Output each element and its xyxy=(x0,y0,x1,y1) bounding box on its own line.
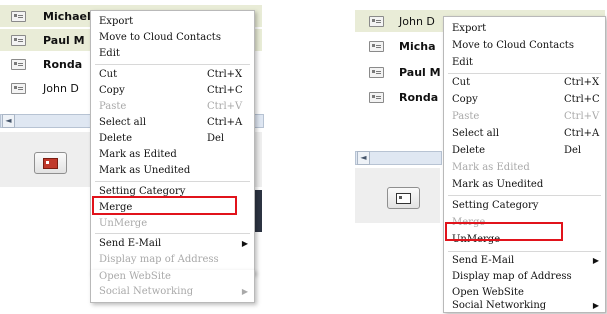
contact-name: John D xyxy=(399,14,435,28)
menu-separator xyxy=(448,195,601,196)
menu-item-copy[interactable]: Copy Ctrl+C xyxy=(91,83,254,98)
menu-separator xyxy=(95,181,250,182)
menu-item-cut[interactable]: Cut Ctrl+X xyxy=(91,67,254,82)
highlight-box-unmerge xyxy=(445,222,563,241)
scroll-left-icon[interactable]: ◄ xyxy=(357,151,370,165)
menu-separator xyxy=(448,73,601,74)
menu-separator xyxy=(95,64,250,65)
submenu-arrow-icon: ▶ xyxy=(592,256,599,265)
menu-item-open-website[interactable]: Open WebSite xyxy=(91,269,254,284)
contact-name: Ronda xyxy=(43,57,83,71)
left-screenshot: Michael Paul M Ronda John D ◄ Export Mov… xyxy=(0,0,265,314)
contact-card-icon xyxy=(369,91,384,103)
contact-name: Micha xyxy=(399,39,436,53)
submenu-arrow-icon: ▶ xyxy=(241,239,248,248)
menu-item-delete[interactable]: Delete Del xyxy=(91,131,254,146)
context-menu: Export Move to Cloud Contacts Edit Cut Ct… xyxy=(90,10,255,274)
menu-item-display-map[interactable]: Display map of Address xyxy=(444,269,605,284)
contact-card-icon xyxy=(11,10,26,22)
contact-card-icon xyxy=(11,34,26,46)
contact-card-icon xyxy=(369,40,384,52)
menu-item-select-all[interactable]: Select all Ctrl+A xyxy=(91,115,254,130)
menu-item-social-networking[interactable]: Social Networking ▶ xyxy=(91,284,254,299)
menu-item-mark-as-edited[interactable]: Mark as Edited xyxy=(91,147,254,162)
contact-card-icon xyxy=(369,66,384,78)
menu-item-send-email[interactable]: Send E-Mail ▶ xyxy=(444,253,605,268)
menu-item-move-to-cloud[interactable]: Move to Cloud Contacts xyxy=(444,38,605,53)
menu-item-display-map[interactable]: Display map of Address xyxy=(91,252,254,267)
submenu-arrow-icon: ▶ xyxy=(592,301,599,310)
menu-item-mark-as-unedited[interactable]: Mark as Unedited xyxy=(91,163,254,178)
scroll-left-icon[interactable]: ◄ xyxy=(2,114,15,128)
card-view-icon xyxy=(396,193,411,204)
card-view-icon xyxy=(43,158,58,169)
menu-item-export[interactable]: Export xyxy=(91,14,254,29)
contact-card-icon xyxy=(369,15,384,27)
menu-item-move-to-cloud[interactable]: Move to Cloud Contacts xyxy=(91,30,254,45)
contact-name: Paul M xyxy=(399,65,441,79)
menu-separator xyxy=(95,233,250,234)
card-view-button[interactable] xyxy=(387,187,420,209)
menu-item-delete[interactable]: Delete Del xyxy=(444,143,605,158)
menu-item-setting-category[interactable]: Setting Category xyxy=(444,198,605,213)
contact-card-icon xyxy=(11,58,26,70)
menu-item-paste[interactable]: Paste Ctrl+V xyxy=(444,109,605,124)
submenu-arrow-icon: ▶ xyxy=(241,287,248,296)
menu-item-cut[interactable]: Cut Ctrl+X xyxy=(444,75,605,90)
contact-name: Michael xyxy=(43,9,91,23)
menu-item-select-all[interactable]: Select all Ctrl+A xyxy=(444,126,605,141)
contact-card-icon xyxy=(11,82,26,94)
menu-item-social-networking[interactable]: Social Networking ▶ xyxy=(444,298,605,313)
menu-separator xyxy=(448,251,601,252)
menu-item-export[interactable]: Export xyxy=(444,21,605,36)
highlight-box-merge xyxy=(92,196,237,215)
context-menu: Export Move to Cloud Contacts Edit Cut Ct… xyxy=(443,16,606,313)
contact-name: John D xyxy=(43,81,79,95)
menu-item-edit[interactable]: Edit xyxy=(444,55,605,70)
menu-item-copy[interactable]: Copy Ctrl+C xyxy=(444,92,605,107)
contact-name: Ronda xyxy=(399,90,439,104)
contact-name: Paul M xyxy=(43,33,85,47)
context-menu-lower: Open WebSite Social Networking ▶ xyxy=(90,270,255,303)
menu-item-paste[interactable]: Paste Ctrl+V xyxy=(91,99,254,114)
menu-item-mark-as-unedited[interactable]: Mark as Unedited xyxy=(444,177,605,192)
menu-item-send-email[interactable]: Send E-Mail ▶ xyxy=(91,236,254,251)
menu-item-unmerge[interactable]: UnMerge xyxy=(91,216,254,231)
right-screenshot: John D K Micha Paul M Ronda ◄ Export Mov… xyxy=(355,0,607,314)
card-view-button[interactable] xyxy=(34,152,67,174)
menu-item-mark-as-edited[interactable]: Mark as Edited xyxy=(444,160,605,175)
menu-item-edit[interactable]: Edit xyxy=(91,46,254,61)
